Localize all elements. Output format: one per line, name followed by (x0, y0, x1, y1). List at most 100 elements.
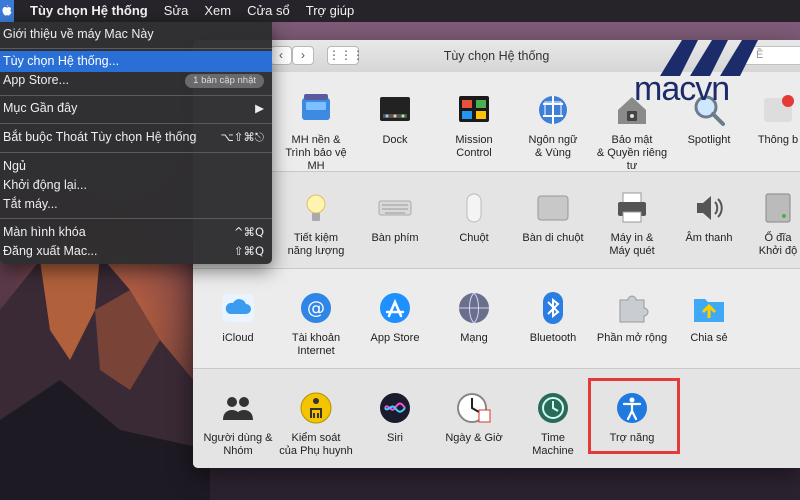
app-store-label: App Store... (3, 73, 70, 87)
pane-label: Bàn phím (371, 232, 419, 244)
disk-icon (765, 193, 791, 223)
pane-label: Ngôn ngữ & Vùng (528, 134, 578, 159)
pane-users-groups[interactable]: Người dùng & Nhóm (198, 390, 278, 458)
pane-desktop-screensaver[interactable]: MH nền & Trình bảo vệ MH (276, 92, 356, 173)
pane-label: MH nền & Trình bảo vệ MH (285, 134, 347, 172)
menu-separator (0, 123, 272, 124)
force-quit-shortcut: ⌥⇧⌘⎋ (220, 130, 264, 144)
icloud-icon (222, 294, 254, 322)
menu-item-sleep[interactable]: Ngủ (0, 156, 272, 177)
pane-icloud[interactable]: iCloud (198, 290, 278, 345)
trackpad-icon (537, 195, 569, 221)
pane-label: Mission Control (455, 134, 493, 159)
submenu-arrow-icon: ▶ (255, 101, 264, 115)
pane-label: iCloud (222, 332, 254, 344)
menu-item-restart[interactable]: Khởi động lại... (0, 175, 272, 196)
menu-item-system-preferences[interactable]: Tùy chọn Hệ thống... (0, 51, 272, 72)
pane-siri[interactable]: Siri (355, 390, 435, 445)
pane-keyboard[interactable]: Bàn phím (355, 190, 435, 245)
time-machine-icon (538, 393, 568, 423)
pane-printers-scanners[interactable]: Máy in & Máy quét (592, 190, 672, 258)
pane-label: Máy in & Máy quét (609, 232, 655, 257)
pane-label: Chuột (459, 232, 489, 244)
menu-view[interactable]: Xem (196, 0, 239, 22)
recent-label: Mục Gần đây (3, 101, 78, 115)
pane-language-region[interactable]: Ngôn ngữ & Vùng (513, 92, 593, 160)
pane-extensions[interactable]: Phần mở rộng (592, 290, 672, 345)
menu-help[interactable]: Trợ giúp (298, 0, 363, 22)
menu-separator (0, 152, 272, 153)
pane-label: Ổ đĩa Khởi độ (758, 232, 798, 257)
pane-energy-saver[interactable]: Tiết kiệm năng lượng (276, 190, 356, 258)
force-quit-label: Bắt buộc Thoát Tùy chọn Hệ thống (3, 130, 197, 144)
pane-label: Người dùng & Nhóm (203, 432, 273, 457)
menu-item-lock-screen[interactable]: Màn hình khóa ^⌘Q (0, 222, 272, 243)
pane-label: Tiết kiệm năng lượng (287, 232, 345, 257)
printer-icon (618, 192, 646, 223)
menu-item-app-store[interactable]: App Store... 1 bản cập nhật (0, 70, 272, 91)
menu-item-recent[interactable]: Mục Gần đây ▶ (0, 98, 272, 119)
menu-item-about[interactable]: Giới thiệu về máy Mac Này (0, 24, 272, 45)
lightbulb-icon (306, 194, 326, 221)
at-sign-icon: @ (301, 293, 331, 323)
menu-bar: Tùy chọn Hệ thống Sửa Xem Cửa sổ Trợ giú… (0, 0, 800, 22)
speaker-icon (697, 196, 723, 220)
keyboard-icon (378, 200, 412, 216)
pane-mission-control[interactable]: Mission Control (434, 92, 514, 160)
pane-label: Chia sẻ (690, 332, 728, 344)
pane-sound[interactable]: Âm thanh (669, 190, 749, 245)
pane-label: Kiểm soát của Phụ huynh (279, 432, 353, 457)
pane-label: Phần mở rộng (596, 332, 668, 344)
mission-control-icon (459, 96, 489, 122)
sharing-folder-icon (694, 299, 724, 322)
pane-label: Spotlight (687, 134, 731, 146)
clock-calendar-icon (457, 393, 491, 423)
language-flag-icon (539, 96, 567, 124)
pane-internet-accounts[interactable]: @ Tài khoản Internet (276, 290, 356, 358)
lock-shortcut: ^⌘Q (233, 225, 264, 239)
puzzle-piece-icon (619, 295, 649, 323)
pane-mouse[interactable]: Chuột (434, 190, 514, 245)
desktop-screensaver-icon (302, 94, 330, 120)
pane-app-store[interactable]: App Store (355, 290, 435, 345)
pane-label: Bluetooth (529, 332, 577, 344)
menu-item-shutdown[interactable]: Tắt máy... (0, 194, 272, 215)
menu-separator (0, 218, 272, 219)
pane-dock[interactable]: Dock (355, 92, 435, 147)
pane-trackpad[interactable]: Bàn di chuột (513, 190, 593, 245)
macvn-logo-text: macvn (634, 70, 730, 108)
pane-parental-controls[interactable]: Kiểm soát của Phụ huynh (276, 390, 356, 458)
menu-separator (0, 48, 272, 49)
pane-time-machine[interactable]: Time Machine (513, 390, 593, 458)
pane-network[interactable]: Mạng (434, 290, 514, 345)
svg-text:@: @ (307, 298, 325, 319)
users-icon (223, 397, 253, 420)
pane-bluetooth[interactable]: Bluetooth (513, 290, 593, 345)
pane-label: Thông b (757, 134, 799, 146)
pane-sharing[interactable]: Chia sẻ (669, 290, 749, 345)
app-store-icon (380, 293, 410, 323)
apple-dropdown-menu: Giới thiệu về máy Mac Này Tùy chọn Hệ th… (0, 22, 272, 264)
parental-controls-icon (300, 392, 332, 424)
pane-label: Siri (387, 432, 403, 444)
update-badge: 1 bản cập nhật (185, 74, 264, 88)
siri-icon (380, 393, 410, 423)
apple-menu-icon[interactable] (0, 0, 14, 22)
pane-label: Tài khoản Internet (291, 332, 341, 357)
pane-date-time[interactable]: Ngày & Giờ (434, 390, 514, 445)
bluetooth-icon (543, 292, 563, 324)
menu-window[interactable]: Cửa sổ (239, 0, 298, 22)
pane-label: Time Machine (532, 432, 574, 457)
menu-item-logout[interactable]: Đăng xuất Mac... ⇧⌘Q (0, 241, 272, 262)
pane-label: Bàn di chuột (522, 232, 584, 244)
globe-network-icon (459, 292, 489, 324)
menu-separator (0, 95, 272, 96)
pane-startup-disk[interactable]: Ổ đĩa Khởi độ (748, 190, 800, 258)
dock-icon (380, 97, 410, 121)
macvn-logo: macvn (634, 30, 784, 110)
menu-edit[interactable]: Sửa (156, 0, 197, 22)
accessibility-highlight-box (588, 378, 680, 454)
pane-label: Bảo mật & Quyền riêng tư (596, 134, 668, 172)
menu-system-preferences[interactable]: Tùy chọn Hệ thống (22, 0, 156, 22)
menu-item-force-quit[interactable]: Bắt buộc Thoát Tùy chọn Hệ thống ⌥⇧⌘⎋ (0, 127, 272, 148)
